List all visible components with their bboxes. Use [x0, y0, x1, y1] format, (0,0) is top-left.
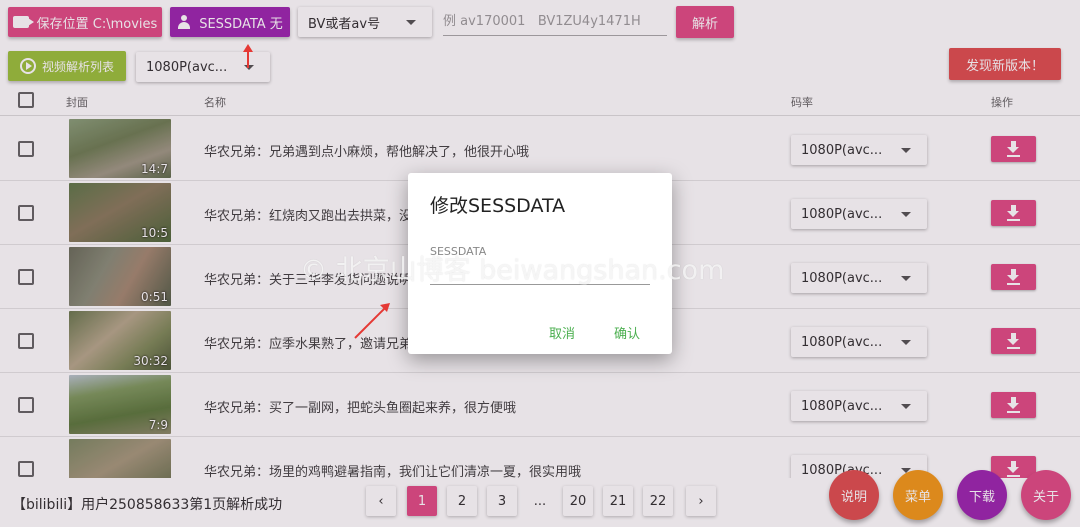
confirm-button[interactable]: 确认 [614, 323, 640, 342]
dialog-title: 修改SESSDATA [430, 195, 566, 217]
cancel-button[interactable]: 取消 [549, 323, 575, 342]
watermark-text: © 北京山博客 beiwangshan.com [300, 255, 725, 286]
annotation-arrowhead [243, 44, 253, 52]
annotation-arrow-diagonal [354, 307, 386, 339]
app-window: 保存位置 C:\movies SESSDATA 无 BV或者av号 解析 视频解… [0, 0, 1080, 527]
